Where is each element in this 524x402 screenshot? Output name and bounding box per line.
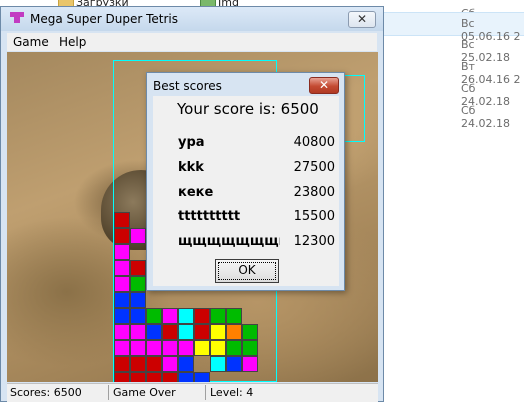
status-bar: Scores: 6500 Game Over Level: 4 [7,383,378,402]
tetris-block [178,324,194,340]
high-score-name: kkk [178,160,204,175]
tetris-block [130,228,146,244]
tetris-block [146,356,162,372]
tetris-block [178,340,194,356]
tetris-block [114,276,130,292]
tetris-block [162,356,178,372]
tetris-block [146,324,162,340]
date-modified: Сб 24.02.18 [461,104,510,130]
high-score-value: 40800 [293,135,335,150]
high-score-value: 15500 [293,209,335,224]
dialog-close-button[interactable]: ✕ [309,77,339,94]
menu-help[interactable]: Help [59,35,86,49]
tetris-block [242,356,258,372]
high-score-name: кеке [178,185,214,200]
tetris-block [130,356,146,372]
file-row[interactable]: Сб 24.02.18 [383,100,524,130]
tetris-block [146,372,162,382]
best-scores-dialog: Best scores ✕ Your score is: 6500 ypa 40… [146,72,345,291]
file-row[interactable]: Сб 24.02.18 [383,78,524,108]
menu-game[interactable]: Game [13,35,49,49]
status-score: Scores: 6500 [7,385,109,400]
high-score-name: ypa [178,135,205,150]
high-score-row: tttttttttt 15500 [178,209,338,225]
tetris-block [242,340,258,356]
high-score-row: щщщщщщщщщщщщщщщ 12300 [178,234,338,250]
tetris-block [178,372,194,382]
tetris-block [226,308,242,324]
tetris-block [178,356,194,372]
tetris-block [130,340,146,356]
high-score-row: kkk 27500 [178,160,338,176]
ok-button[interactable]: OK [215,259,279,283]
tetris-block [226,340,242,356]
tetris-block [194,372,210,382]
tetris-block [146,308,162,324]
tetris-block [114,212,130,228]
tetris-block [114,372,130,382]
window-close-button[interactable]: ✕ [348,11,376,28]
status-level: Level: 4 [210,386,254,399]
high-score-name: щщщщщщщщщщщщщщщ [178,234,280,249]
window-title: Mega Super Duper Tetris [30,12,178,26]
close-icon: ✕ [356,12,368,26]
tetris-block [210,340,226,356]
high-score-value: 23800 [293,185,335,200]
tetris-block [114,308,130,324]
title-bar[interactable]: Mega Super Duper Tetris ✕ [1,7,383,31]
file-row[interactable]: Вс 25.02.18 [383,34,524,64]
tetris-block [130,260,146,276]
tetris-block [242,324,258,340]
tetris-block [130,292,146,308]
tetris-block [130,308,146,324]
tetris-block [210,324,226,340]
tetris-block [210,308,226,324]
dialog-body: Your score is: 6500 ypa 40800 kkk 27500 … [153,96,339,286]
tetris-block [226,324,242,340]
tetris-block [162,372,178,382]
tetris-app-icon [10,12,24,23]
high-score-row: ypa 40800 [178,135,338,151]
tetris-block [114,356,130,372]
high-score-value: 27500 [293,160,335,175]
tetris-block [114,260,130,276]
tetris-block [194,340,210,356]
tetris-block [114,228,130,244]
tetris-block [130,276,146,292]
tetris-block [210,356,226,372]
high-score-name: tttttttttt [178,209,241,224]
high-score-row: кеке 23800 [178,185,338,201]
tetris-block [162,324,178,340]
menu-bar: Game Help [7,33,377,51]
tetris-block [114,324,130,340]
tetris-block [114,244,130,260]
file-row-selected[interactable]: Вс 05.06.16 2 [383,12,524,43]
tetris-block [226,356,242,372]
status-game-state: Game Over [110,385,206,400]
tetris-block [130,324,146,340]
tetris-block [114,292,130,308]
tetris-block [130,372,146,382]
tetris-block [194,308,210,324]
close-icon: ✕ [318,78,330,92]
tetris-block [162,308,178,324]
file-row[interactable]: Вт 26.04.16 2 [383,56,524,86]
tetris-block [194,324,210,340]
tetris-block [146,340,162,356]
dialog-title: Best scores [153,79,222,93]
tetris-block [114,340,130,356]
dialog-title-bar[interactable]: Best scores ✕ [147,73,344,97]
high-score-value: 12300 [293,234,335,249]
tetris-block [162,340,178,356]
tetris-block [178,308,194,324]
your-score-text: Your score is: 6500 [177,100,319,118]
